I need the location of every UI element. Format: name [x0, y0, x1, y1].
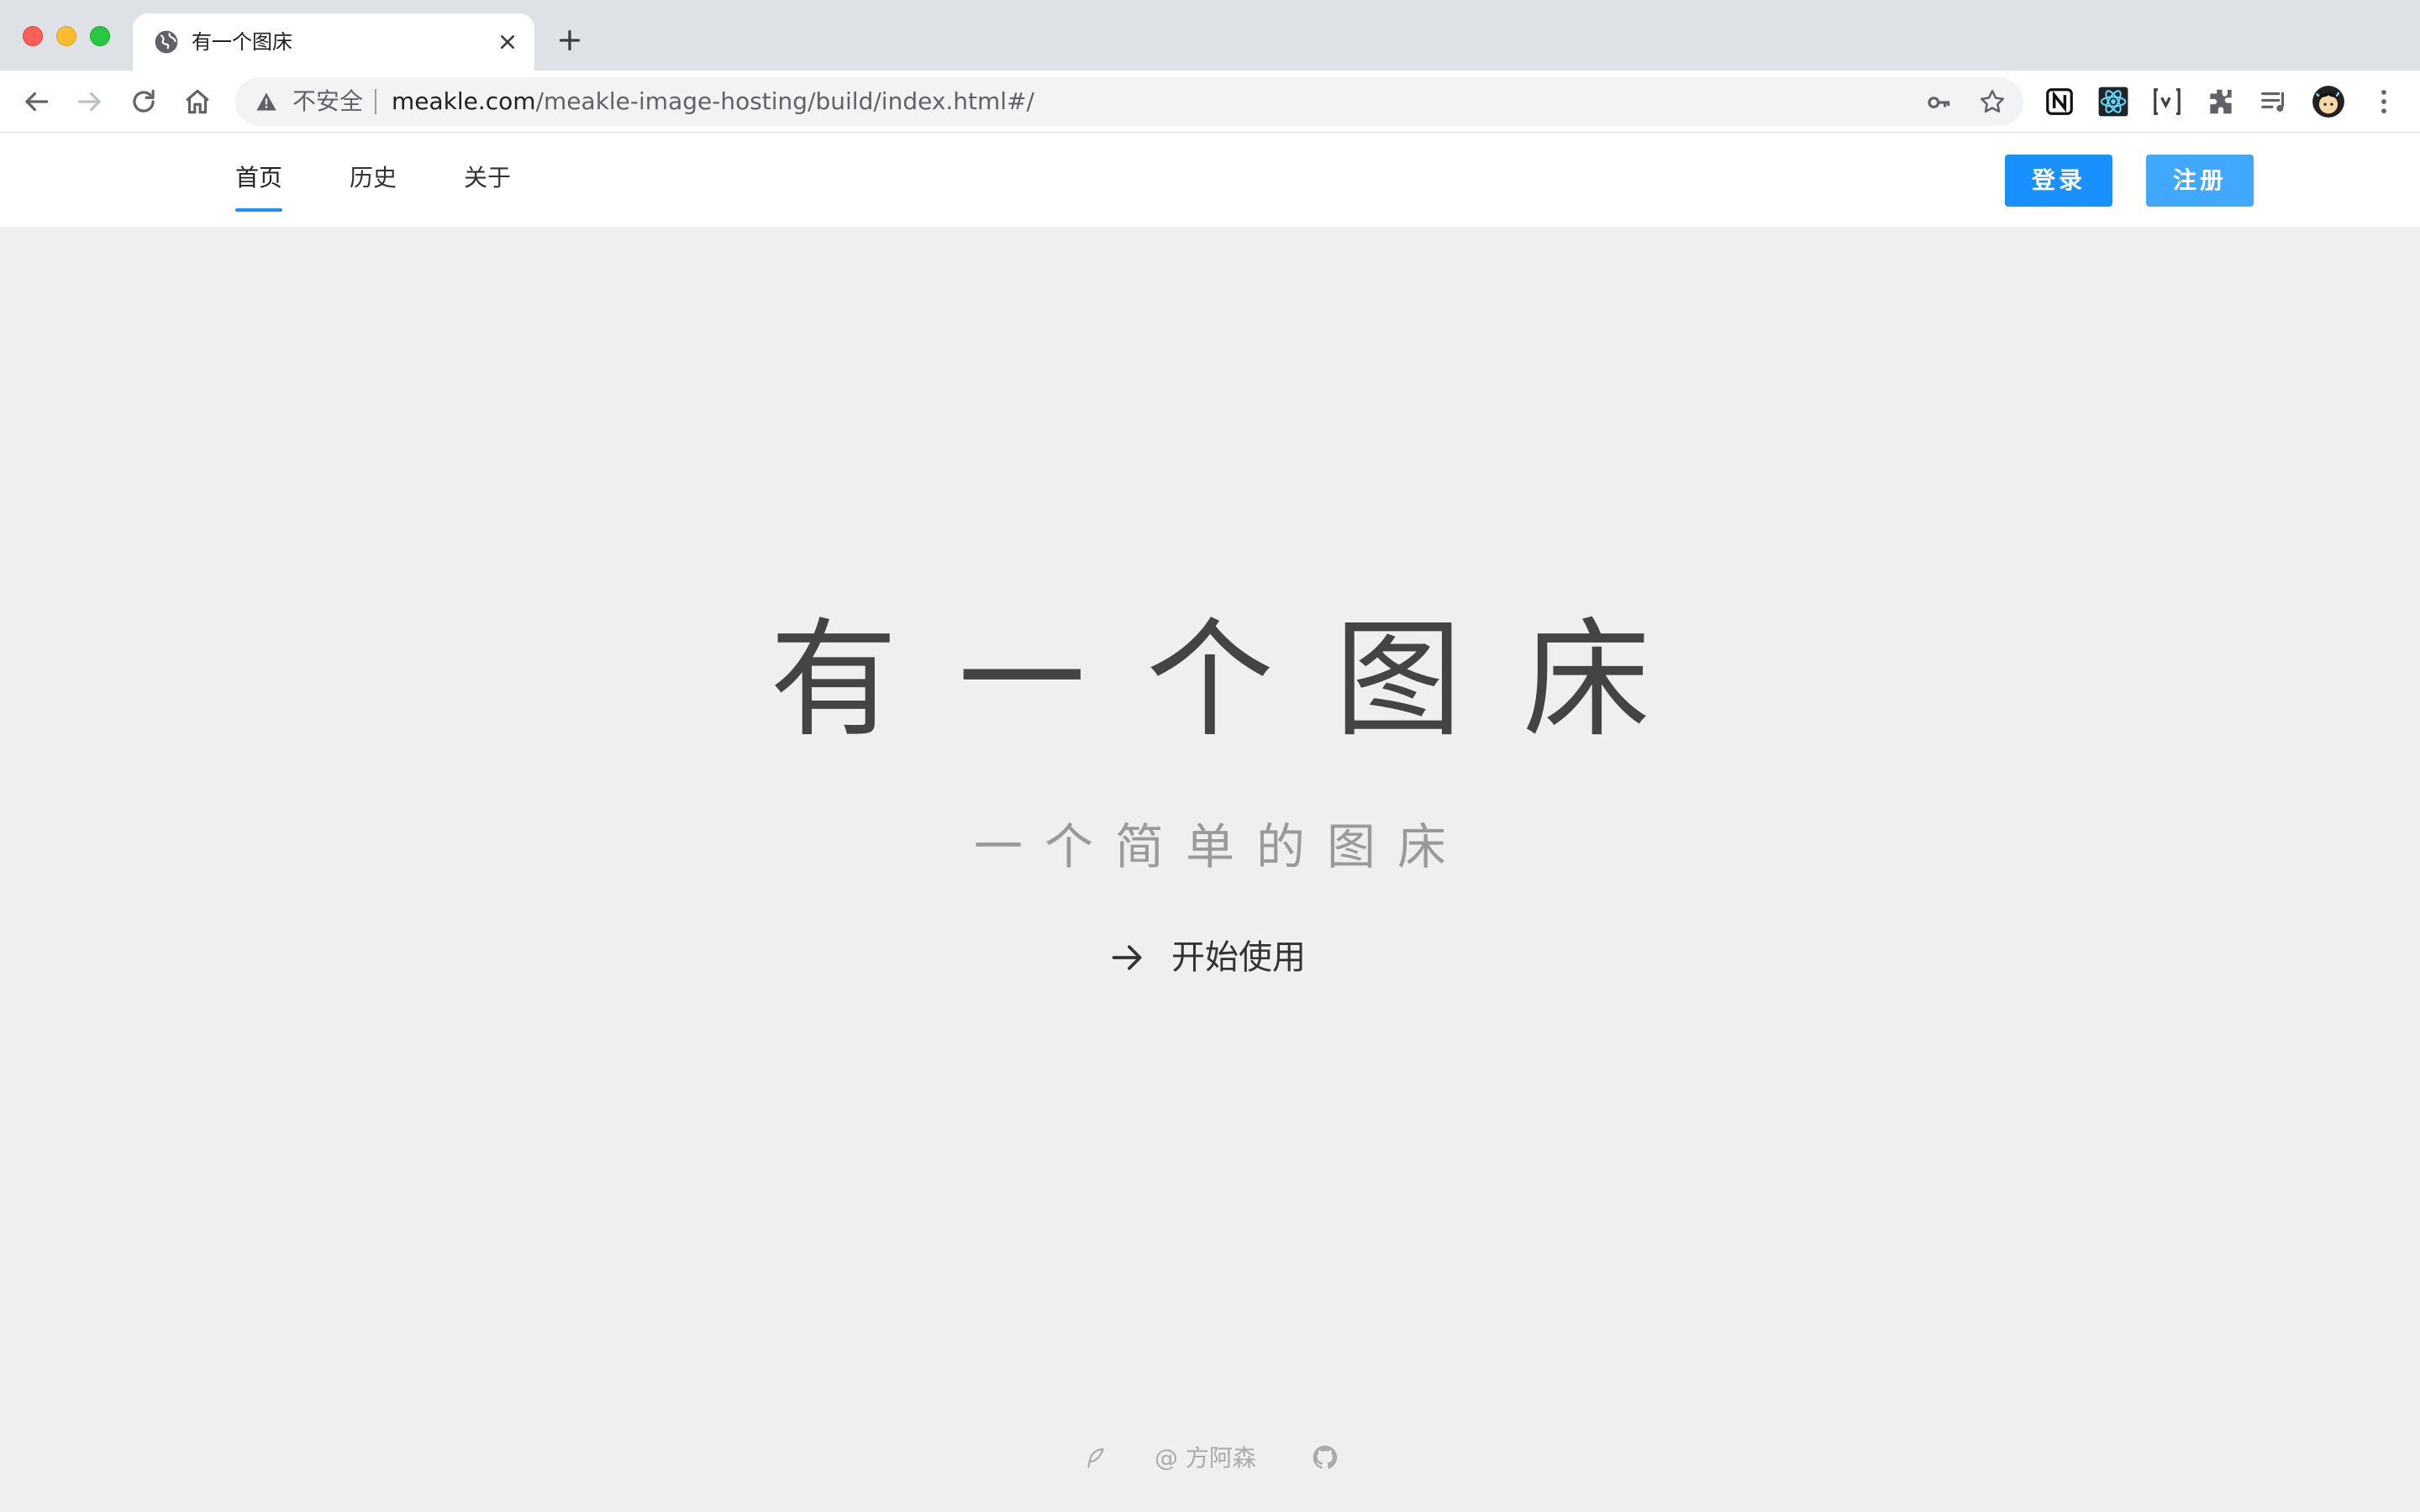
new-tab-icon[interactable]	[555, 25, 585, 55]
nav-about[interactable]: 关于	[464, 161, 511, 195]
browser-tab[interactable]: 有一个图床	[133, 13, 534, 71]
tab-title: 有一个图床	[192, 30, 292, 54]
hero-title: 有一个图床	[770, 606, 1711, 754]
back-icon[interactable]	[20, 86, 52, 118]
login-button[interactable]: 登录	[2005, 155, 2112, 207]
get-started-label: 开始使用	[1171, 938, 1306, 977]
url-text[interactable]: meakle.com/meakle-image-hosting/build/in…	[392, 86, 1034, 118]
profile-avatar[interactable]	[2312, 86, 2344, 118]
footer: @ 方阿森	[0, 1436, 2420, 1483]
react-devtools-icon[interactable]	[2097, 86, 2129, 118]
footer-author: @ 方阿森	[1155, 1444, 1256, 1472]
github-icon[interactable]	[1311, 1443, 1339, 1472]
browser-menu-icon[interactable]	[2368, 86, 2400, 118]
nav-home[interactable]: 首页	[235, 161, 282, 195]
url-host: meakle.com	[392, 87, 536, 115]
close-tab-icon[interactable]	[494, 29, 521, 55]
bookmark-star-icon[interactable]	[1978, 87, 2007, 116]
nav-history[interactable]: 历史	[350, 161, 397, 195]
maximize-window-button[interactable]	[90, 26, 110, 46]
get-started-link[interactable]: 开始使用	[1109, 932, 1306, 983]
nav-active-indicator	[235, 208, 282, 212]
key-icon[interactable]	[1926, 89, 1953, 116]
url-path: /meakle-image-hosting/build/index.html#/	[535, 87, 1034, 115]
address-bar[interactable]: 不安全 meakle.com/meakle-image-hosting/buil…	[235, 77, 2023, 126]
arrow-right-icon	[1112, 945, 1142, 970]
json-viewer-extension-icon[interactable]	[2151, 86, 2183, 118]
browser-toolbar: 不安全 meakle.com/meakle-image-hosting/buil…	[0, 71, 2420, 133]
home-icon[interactable]	[182, 86, 213, 118]
close-window-button[interactable]	[23, 26, 43, 46]
reload-icon[interactable]	[128, 86, 160, 118]
browser-tab-bar: 有一个图床	[0, 0, 2420, 71]
media-queue-icon[interactable]	[2259, 86, 2291, 118]
avatar-icon	[2312, 86, 2344, 118]
warning-icon[interactable]	[254, 90, 279, 113]
hero-subtitle: 一个简单的图床	[973, 818, 1468, 875]
address-divider	[375, 89, 376, 114]
extensions-puzzle-icon[interactable]	[2205, 86, 2237, 118]
feather-icon[interactable]	[1081, 1445, 1107, 1472]
security-label[interactable]: 不安全	[292, 86, 363, 118]
forward-icon[interactable]	[74, 86, 106, 118]
globe-icon	[155, 30, 178, 54]
notion-extension-icon[interactable]	[2044, 86, 2075, 118]
register-button[interactable]: 注册	[2146, 155, 2254, 207]
minimize-window-button[interactable]	[56, 26, 76, 46]
site-header: 首页 历史 关于 登录 注册	[0, 133, 2420, 227]
